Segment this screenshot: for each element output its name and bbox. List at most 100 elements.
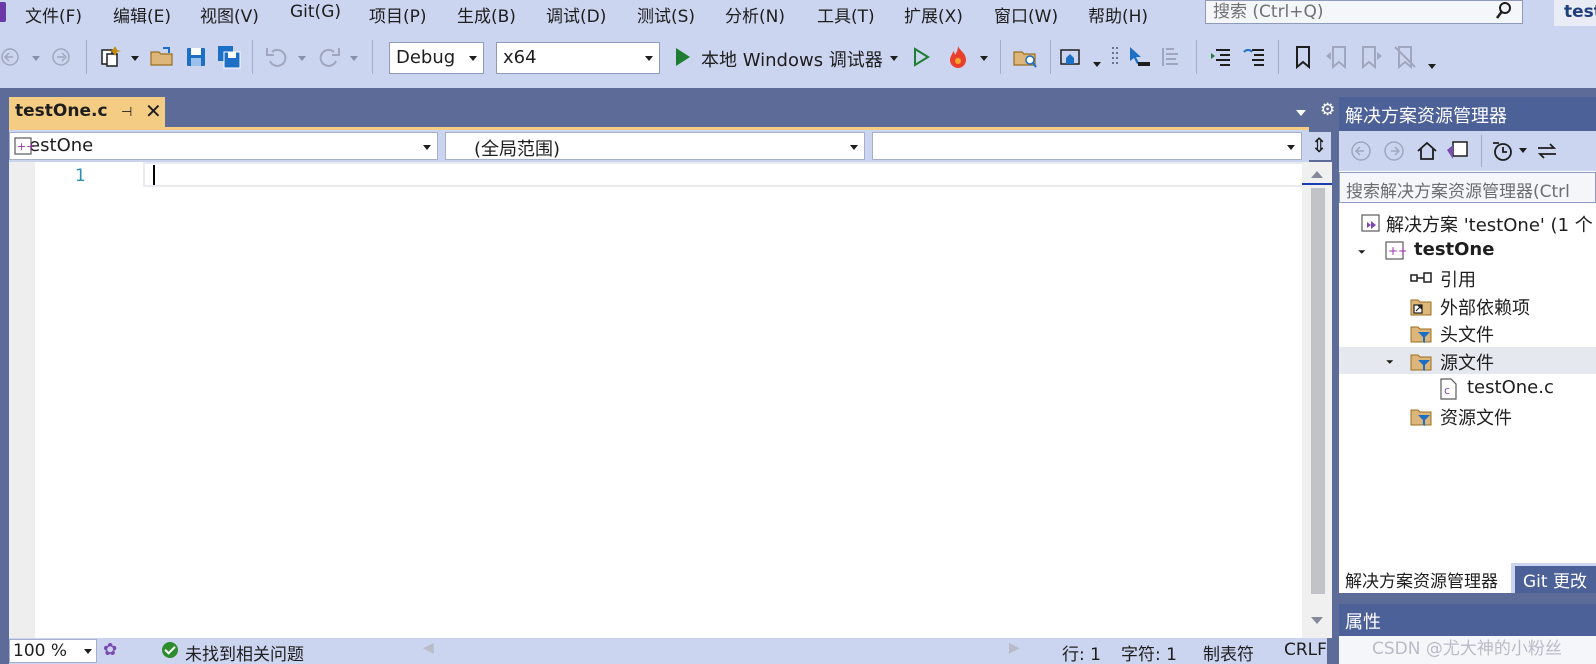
pending-changes-icon[interactable] [1491, 139, 1515, 163]
solution-explorer-title[interactable]: 解决方案资源管理器 [1339, 97, 1596, 131]
chevron-down-icon [645, 56, 653, 61]
chevron-down-icon [84, 649, 92, 654]
hot-reload-dropdown-icon[interactable] [980, 56, 988, 61]
solution-search-placeholder: 搜索解决方案资源管理器(Ctrl [1346, 182, 1570, 202]
tree-item-project[interactable]: ++ testOne [1339, 237, 1596, 264]
scroll-left-icon[interactable]: ◀ [423, 640, 434, 656]
tree-label: 头文件 [1440, 325, 1494, 346]
select-pointer-icon[interactable] [1126, 44, 1152, 70]
properties-title[interactable]: 属性 [1339, 604, 1596, 636]
comment-lines-icon[interactable] [1208, 44, 1234, 70]
tree-item-external-deps[interactable]: 外部依赖项 [1339, 292, 1596, 319]
next-bookmark-icon[interactable] [1358, 44, 1384, 70]
menu-help[interactable]: 帮助(H) [1088, 2, 1148, 27]
tree-item-solution[interactable]: 解决方案 'testOne' (1 个 [1339, 209, 1596, 236]
menu-project[interactable]: 项目(P) [369, 2, 427, 27]
menu-build[interactable]: 生成(B) [457, 2, 516, 27]
menu-view[interactable]: 视图(V) [200, 2, 259, 27]
sync-icon[interactable] [1535, 139, 1559, 163]
switch-views-icon[interactable] [1445, 139, 1469, 163]
solution-home-dropdown-icon[interactable] [1093, 62, 1101, 67]
undo-dropdown-icon[interactable] [298, 56, 306, 61]
tab-git-changes[interactable]: Git 更改 [1515, 566, 1596, 593]
redo-dropdown-icon[interactable] [350, 56, 358, 61]
tab-testone-c[interactable]: testOne.c ⊣ ✕ [9, 97, 165, 127]
uncomment-lines-icon[interactable] [1242, 44, 1268, 70]
save-icon[interactable] [183, 44, 209, 70]
tree-item-headers[interactable]: 头文件 [1339, 319, 1596, 346]
menu-file[interactable]: 文件(F) [25, 2, 82, 27]
scroll-up-icon[interactable] [1311, 171, 1323, 178]
vertical-scrollbar[interactable] [1302, 162, 1332, 638]
new-project-icon[interactable] [98, 44, 124, 70]
tree-item-sources[interactable]: 源文件 [1339, 347, 1596, 374]
solution-home-icon[interactable] [1058, 44, 1084, 70]
solution-search-input[interactable]: 搜索解决方案资源管理器(Ctrl [1339, 172, 1596, 203]
undo-icon[interactable] [264, 44, 290, 70]
pending-dropdown-icon[interactable] [1519, 148, 1527, 153]
chevron-down-icon [850, 145, 858, 150]
debugger-dropdown-icon[interactable] [890, 56, 898, 61]
issues-status[interactable]: 未找到相关问题 [185, 640, 304, 664]
forward-icon[interactable] [1382, 139, 1406, 163]
menu-analyze[interactable]: 分析(N) [725, 2, 785, 27]
collapsed-triangle-icon[interactable] [1381, 269, 1391, 285]
back-dropdown-icon[interactable] [32, 56, 40, 61]
menu-edit[interactable]: 编辑(E) [113, 2, 171, 27]
start-without-debugging-icon[interactable] [908, 44, 934, 70]
start-debugging-icon[interactable] [676, 48, 690, 66]
close-icon[interactable]: ✕ [145, 99, 162, 123]
tab-overflow-icon[interactable] [1296, 110, 1306, 116]
menu-debug[interactable]: 调试(D) [546, 2, 606, 27]
intellicode-icon[interactable]: ✿ [103, 640, 117, 660]
bookmark-icon[interactable] [1290, 44, 1316, 70]
navigate-back-icon[interactable] [0, 44, 24, 70]
scroll-right-icon[interactable]: ▶ [1009, 640, 1020, 656]
code-editor[interactable]: 1 [9, 162, 1313, 638]
prev-bookmark-icon[interactable] [1324, 44, 1350, 70]
tab-mode-indicator[interactable]: 制表符 [1203, 640, 1254, 664]
start-debugging-button[interactable]: 本地 Windows 调试器 [701, 46, 883, 72]
menu-extensions[interactable]: 扩展(X) [904, 2, 963, 27]
pin-icon[interactable]: ⊣ [121, 105, 132, 120]
char-indicator[interactable]: 字符: 1 [1121, 640, 1177, 664]
open-folder-icon[interactable] [149, 44, 175, 70]
home-icon[interactable] [1415, 139, 1439, 163]
split-window-icon[interactable]: ⇕ [1307, 132, 1331, 160]
menu-git[interactable]: Git(G) [290, 2, 341, 22]
tree-item-source-file[interactable]: c testOne.c [1339, 375, 1596, 402]
global-scope-select[interactable]: (全局范围) [445, 132, 865, 160]
line-ending-indicator[interactable]: CRLF [1284, 640, 1327, 660]
format-disabled-icon[interactable] [1160, 44, 1186, 70]
gear-icon[interactable]: ⚙ [1320, 100, 1335, 120]
tab-solution-explorer[interactable]: 解决方案资源管理器 [1339, 563, 1511, 593]
expanded-triangle-icon[interactable] [1382, 353, 1394, 364]
solution-explorer-panel: 解决方案资源管理器 搜索解决方案资源管理器(Ctrl 解决方案 'testOne… [1339, 97, 1596, 589]
platform-select[interactable]: x64 [496, 42, 660, 74]
toolbar-overflow-icon[interactable] [1428, 64, 1436, 69]
configuration-select[interactable]: Debug [389, 42, 484, 74]
back-icon[interactable] [1349, 139, 1373, 163]
find-in-files-icon[interactable] [1012, 44, 1038, 70]
redo-icon[interactable] [316, 44, 342, 70]
menu-window[interactable]: 窗口(W) [994, 2, 1058, 27]
menu-tools[interactable]: 工具(T) [817, 2, 875, 27]
menu-test[interactable]: 测试(S) [637, 2, 695, 27]
zoom-select[interactable]: 100 % [9, 639, 97, 663]
scrollbar-thumb[interactable] [1311, 188, 1325, 594]
tree-item-references[interactable]: 引用 [1339, 264, 1596, 291]
project-scope-select[interactable]: ++ testOne [9, 132, 438, 160]
editor-status-bar: 100 % ✿ 未找到相关问题 ◀ ▶ 行: 1 字符: 1 制表符 CRLF [9, 638, 1327, 664]
new-project-dropdown-icon[interactable] [131, 56, 139, 61]
line-indicator[interactable]: 行: 1 [1062, 640, 1101, 664]
tree-item-resources[interactable]: 资源文件 [1339, 402, 1596, 429]
search-input[interactable]: 搜索 (Ctrl+Q) [1205, 0, 1523, 24]
c-file-icon: c [1440, 378, 1457, 400]
navigate-forward-icon[interactable] [48, 44, 74, 70]
expanded-triangle-icon[interactable] [1354, 243, 1366, 254]
clear-bookmarks-icon[interactable] [1392, 44, 1418, 70]
scroll-down-icon[interactable] [1311, 617, 1323, 624]
member-select[interactable] [872, 132, 1302, 160]
save-all-icon[interactable] [216, 44, 242, 70]
hot-reload-icon[interactable] [945, 44, 971, 70]
